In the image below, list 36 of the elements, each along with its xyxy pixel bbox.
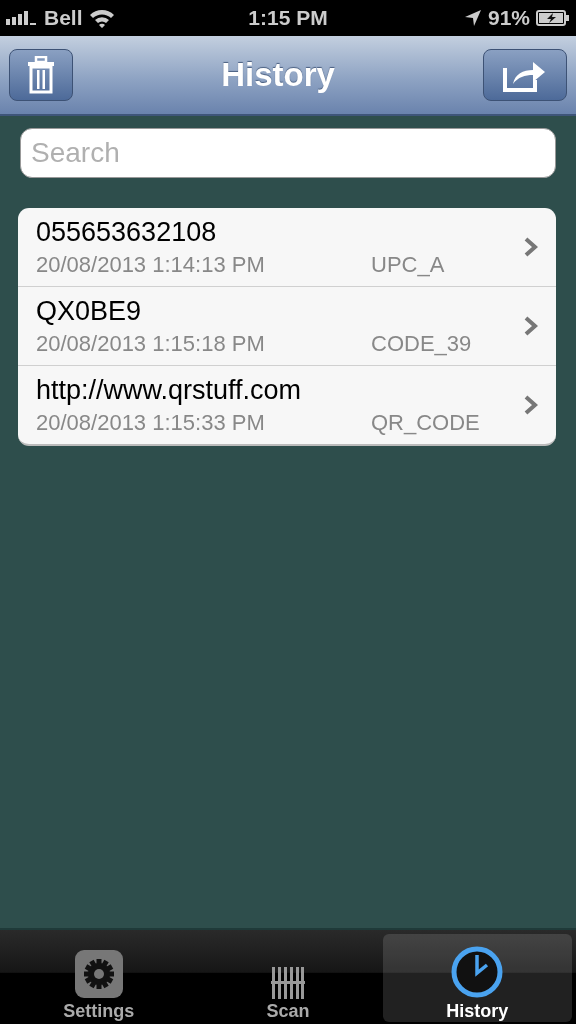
tab-label: Scan <box>266 1001 310 1022</box>
tab[interactable]: History <box>382 934 572 1022</box>
history-row[interactable]: 055653632108 20/08/2013 1:14:13 PM UPC_A <box>18 208 556 286</box>
nav-title: History <box>221 56 335 94</box>
search-field[interactable]: Search <box>20 128 556 178</box>
tab[interactable]: Settings <box>4 934 194 1022</box>
scan-date: 20/08/2013 1:14:13 PM <box>36 251 266 278</box>
barcode-format: UPC_A <box>371 251 445 278</box>
barcode-format: QR_CODE <box>371 409 480 436</box>
signal-icon <box>6 11 38 25</box>
history-row[interactable]: QX0BE9 20/08/2013 1:15:18 PM CODE_39 <box>18 286 556 365</box>
delete-button[interactable] <box>9 49 73 101</box>
scan-date: 20/08/2013 1:15:33 PM <box>36 409 266 436</box>
location-arrow-icon <box>463 9 482 27</box>
battery-percent: 91% <box>487 6 530 30</box>
status-time: 1:15 PM <box>248 6 328 30</box>
scan-value: QX0BE9 <box>36 295 143 327</box>
tab-label: History <box>446 1001 509 1022</box>
gear-icon <box>73 949 124 999</box>
battery-charging-icon <box>536 9 570 27</box>
barcode-format: CODE_39 <box>371 330 472 357</box>
wifi-icon <box>88 8 115 28</box>
chevron-icon <box>524 316 538 336</box>
share-button[interactable] <box>483 49 567 101</box>
tab[interactable]: Scan <box>193 934 383 1022</box>
chevron-icon <box>524 395 538 415</box>
carrier-name: Bell <box>44 6 83 30</box>
history-row[interactable]: http://www.qrstuff.com 20/08/2013 1:15:33 PM QR_CODE <box>18 365 556 444</box>
scan-date: 20/08/2013 1:15:18 PM <box>36 330 266 357</box>
trash-icon <box>27 56 55 94</box>
tab-label: Settings <box>63 1001 135 1022</box>
barcode-icon <box>271 967 305 999</box>
scan-value: http://www.qrstuff.com <box>36 374 303 406</box>
clock-icon <box>450 945 505 999</box>
chevron-icon <box>524 237 538 257</box>
scan-value: 055653632108 <box>36 216 218 248</box>
